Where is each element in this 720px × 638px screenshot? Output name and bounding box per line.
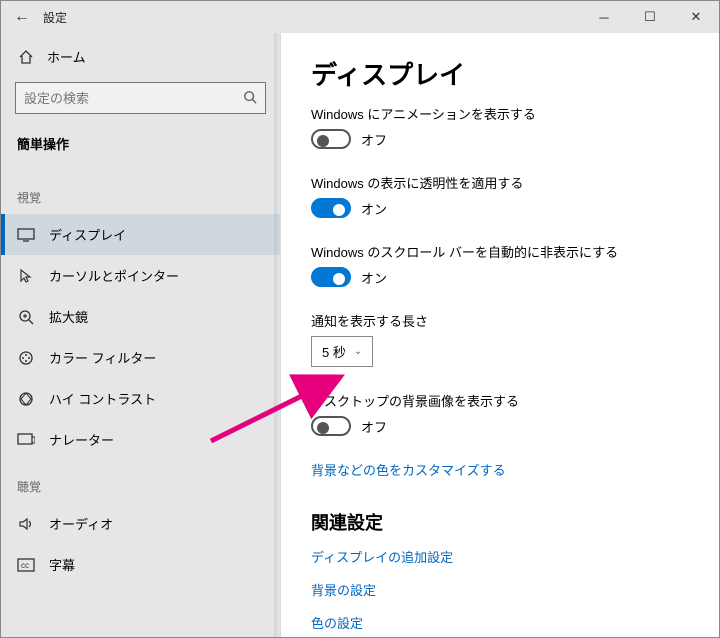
sidebar: ホーム 簡単操作 視覚 ディスプレイ カーソルとポインター 拡大鏡 — [1, 33, 281, 637]
maximize-button[interactable]: ☐ — [627, 1, 673, 33]
setting-label: Windows にアニメーションを表示する — [311, 104, 689, 123]
home-label: ホーム — [47, 47, 86, 66]
sidebar-item-label: ハイ コントラスト — [49, 389, 156, 408]
close-button[interactable]: ✕ — [673, 1, 719, 33]
window-title: 設定 — [43, 9, 581, 26]
sidebar-item-cursor[interactable]: カーソルとポインター — [1, 255, 280, 296]
svg-text:cc: cc — [21, 561, 29, 570]
titlebar: ← 設定 ─ ☐ ✕ — [1, 1, 719, 33]
setting-label: Windows のスクロール バーを自動的に非表示にする — [311, 242, 689, 261]
narrator-icon — [17, 431, 35, 449]
sidebar-item-label: ディスプレイ — [49, 225, 126, 244]
sidebar-item-label: 字幕 — [49, 555, 75, 574]
search-field[interactable] — [24, 91, 257, 106]
page-title: ディスプレイ — [311, 55, 689, 92]
toggle-state: オン — [361, 199, 387, 218]
search-icon — [243, 90, 257, 107]
magnifier-icon — [17, 308, 35, 326]
sidebar-item-label: 拡大鏡 — [49, 307, 88, 326]
sidebar-item-display[interactable]: ディスプレイ — [1, 214, 280, 255]
notification-duration-select[interactable]: 5 秒 ⌄ — [311, 336, 373, 367]
related-link-display[interactable]: ディスプレイの追加設定 — [311, 547, 689, 566]
sidebar-item-label: オーディオ — [49, 514, 113, 533]
toggle-state: オン — [361, 268, 387, 287]
customize-link[interactable]: 背景などの色をカスタマイズする — [311, 460, 689, 479]
select-value: 5 秒 — [322, 342, 346, 361]
related-heading: 関連設定 — [311, 509, 689, 535]
setting-label: デスクトップの背景画像を表示する — [311, 391, 689, 410]
audio-icon — [17, 515, 35, 533]
minimize-button[interactable]: ─ — [581, 1, 627, 33]
cursor-icon — [17, 267, 35, 285]
animations-toggle[interactable]: オフ — [311, 129, 689, 149]
sidebar-item-magnifier[interactable]: 拡大鏡 — [1, 296, 280, 337]
section-label-visual: 視覚 — [1, 181, 280, 214]
toggle-state: オフ — [361, 130, 387, 149]
colorfilter-icon — [17, 349, 35, 367]
sidebar-item-narrator[interactable]: ナレーター — [1, 419, 280, 460]
related-link-color[interactable]: 色の設定 — [311, 613, 689, 632]
toggle-state: オフ — [361, 417, 387, 436]
main-content: ディスプレイ Windows にアニメーションを表示する オフ Windows … — [281, 33, 719, 637]
display-icon — [17, 226, 35, 244]
home-link[interactable]: ホーム — [1, 37, 280, 76]
setting-label: Windows の表示に透明性を適用する — [311, 173, 689, 192]
caption-icon: cc — [17, 556, 35, 574]
scrollbar-toggle[interactable]: オン — [311, 267, 689, 287]
sidebar-item-colorfilter[interactable]: カラー フィルター — [1, 337, 280, 378]
sidebar-item-highcontrast[interactable]: ハイ コントラスト — [1, 378, 280, 419]
back-button[interactable]: ← — [1, 8, 43, 26]
sidebar-item-audio[interactable]: オーディオ — [1, 503, 280, 544]
desktop-bg-toggle[interactable]: オフ — [311, 416, 689, 436]
setting-label: 通知を表示する長さ — [311, 311, 689, 330]
highcontrast-icon — [17, 390, 35, 408]
home-icon — [17, 49, 35, 65]
sidebar-item-label: ナレーター — [49, 430, 114, 449]
category-heading: 簡単操作 — [1, 124, 280, 181]
chevron-down-icon: ⌄ — [354, 346, 362, 357]
section-label-hearing: 聴覚 — [1, 470, 280, 503]
sidebar-item-caption[interactable]: cc 字幕 — [1, 544, 280, 585]
sidebar-item-label: カラー フィルター — [49, 348, 156, 367]
transparency-toggle[interactable]: オン — [311, 198, 689, 218]
search-input[interactable] — [15, 82, 266, 114]
sidebar-item-label: カーソルとポインター — [49, 266, 179, 285]
related-link-background[interactable]: 背景の設定 — [311, 580, 689, 599]
